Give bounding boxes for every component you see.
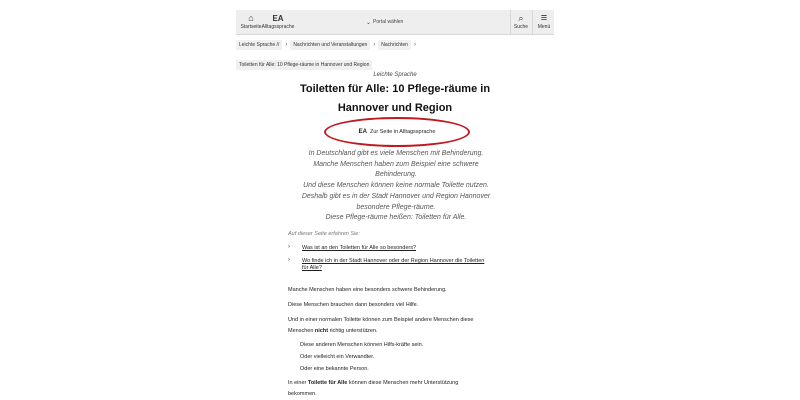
toc-link[interactable]: Was ist an den Toiletten für Alle so bes… bbox=[302, 245, 492, 252]
chevron-down-icon: ⌄ bbox=[366, 19, 372, 26]
chevron-right-icon: › bbox=[285, 42, 288, 48]
chevron-right-icon: › bbox=[373, 42, 376, 48]
breadcrumb-item[interactable]: Nachrichten bbox=[378, 40, 411, 50]
text-span: richtig unterstützen. bbox=[328, 328, 378, 334]
chevron-right-icon: › bbox=[413, 42, 416, 48]
list-item: Oder eine bekannte Person. bbox=[300, 366, 369, 372]
hamburger-icon: ≡ bbox=[540, 12, 548, 24]
search-icon: ⌕ bbox=[518, 13, 524, 23]
chevron-right-icon: › bbox=[288, 257, 290, 263]
list-item: Oder vielleicht ein Verwandter. bbox=[300, 354, 375, 360]
intro-line: Manche Menschen haben zum Beispiel eine … bbox=[313, 160, 479, 168]
intro-line: Deshalb gibt es in der Stadt Hannover un… bbox=[301, 192, 491, 200]
intro-line: Und diese Menschen können keine normale … bbox=[303, 182, 489, 190]
page: ⌂ Startseite EA Alltagssprache ⌄ Portal … bbox=[236, 0, 554, 400]
emphasis-text: Toilette für Alle bbox=[307, 380, 348, 386]
breadcrumb: Leichte Sprache // › Nachrichten und Ver… bbox=[236, 40, 554, 50]
search-button[interactable]: ⌕ Suche bbox=[510, 10, 531, 34]
menu-label: Menü bbox=[537, 24, 551, 30]
emphasis-text: nicht bbox=[314, 328, 329, 334]
portal-select[interactable]: ⌄ Portal wählen bbox=[366, 10, 403, 34]
text-span: Menschen bbox=[288, 328, 315, 334]
intro-line: In Deutschland gibt es viele Menschen mi… bbox=[308, 150, 484, 157]
body-paragraph: bekommen. bbox=[288, 391, 317, 397]
page-title: Toiletten für Alle: 10 Pflege-räume in H… bbox=[299, 83, 491, 114]
menu-button[interactable]: ≡ Menü bbox=[532, 10, 555, 34]
intro-line: besondere Pflege-räume. bbox=[356, 203, 436, 211]
home-label: Startseite bbox=[240, 24, 262, 30]
toc-heading: Auf dieser Seite erfahren Sie: bbox=[288, 231, 360, 237]
language-icon: EA bbox=[272, 14, 284, 23]
kicker: Leichte Sprache bbox=[373, 72, 417, 78]
portal-label: Portal wählen bbox=[373, 19, 404, 25]
language-icon: EA bbox=[358, 129, 367, 135]
body-paragraph: Und in einer normalen Toilette können zu… bbox=[288, 317, 474, 323]
text-span: In einer bbox=[288, 380, 308, 386]
intro-line: Behinderung. bbox=[375, 171, 417, 179]
breadcrumb-current: Toiletten für Alle: 10 Pflege-räume in H… bbox=[236, 60, 373, 70]
body-paragraph: Manche Menschen haben eine besonders sch… bbox=[288, 287, 447, 293]
language-label: Alltagssprache bbox=[261, 24, 295, 30]
intro-text: In Deutschland gibt es viele Menschen mi… bbox=[296, 149, 496, 224]
body-paragraph: In einer Toilette für Alle können diese … bbox=[288, 380, 508, 387]
body-paragraph: Menschen nicht richtig unterstützen. bbox=[288, 328, 508, 335]
list-item: Diese anderen Menschen können Hilfs-kräf… bbox=[300, 342, 424, 348]
text-span: können diese Menschen mehr Unterstützung bbox=[347, 380, 459, 386]
top-navigation-bar: ⌂ Startseite EA Alltagssprache ⌄ Portal … bbox=[236, 10, 554, 35]
language-switch-button[interactable]: EA Alltagssprache bbox=[261, 10, 295, 34]
body-paragraph: Diese Menschen brauchen dann besonders v… bbox=[288, 302, 419, 308]
breadcrumb-item[interactable]: Nachrichten und Veranstaltungen bbox=[290, 40, 371, 50]
intro-line: Diese Pflege-räume heißen: Toiletten für… bbox=[325, 214, 467, 222]
toc-link[interactable]: Wo finde ich in der Stadt Hannover oder … bbox=[302, 258, 492, 272]
breadcrumb-item[interactable]: Leichte Sprache // bbox=[236, 40, 283, 50]
home-button[interactable]: ⌂ Startseite bbox=[240, 10, 262, 34]
chevron-right-icon: › bbox=[288, 244, 290, 250]
switch-language-link[interactable]: EA Zur Seite in Alltagssprache bbox=[324, 117, 470, 147]
search-label: Suche bbox=[513, 24, 529, 30]
switch-language-label: Zur Seite in Alltagssprache bbox=[369, 129, 436, 135]
home-icon: ⌂ bbox=[248, 13, 254, 23]
